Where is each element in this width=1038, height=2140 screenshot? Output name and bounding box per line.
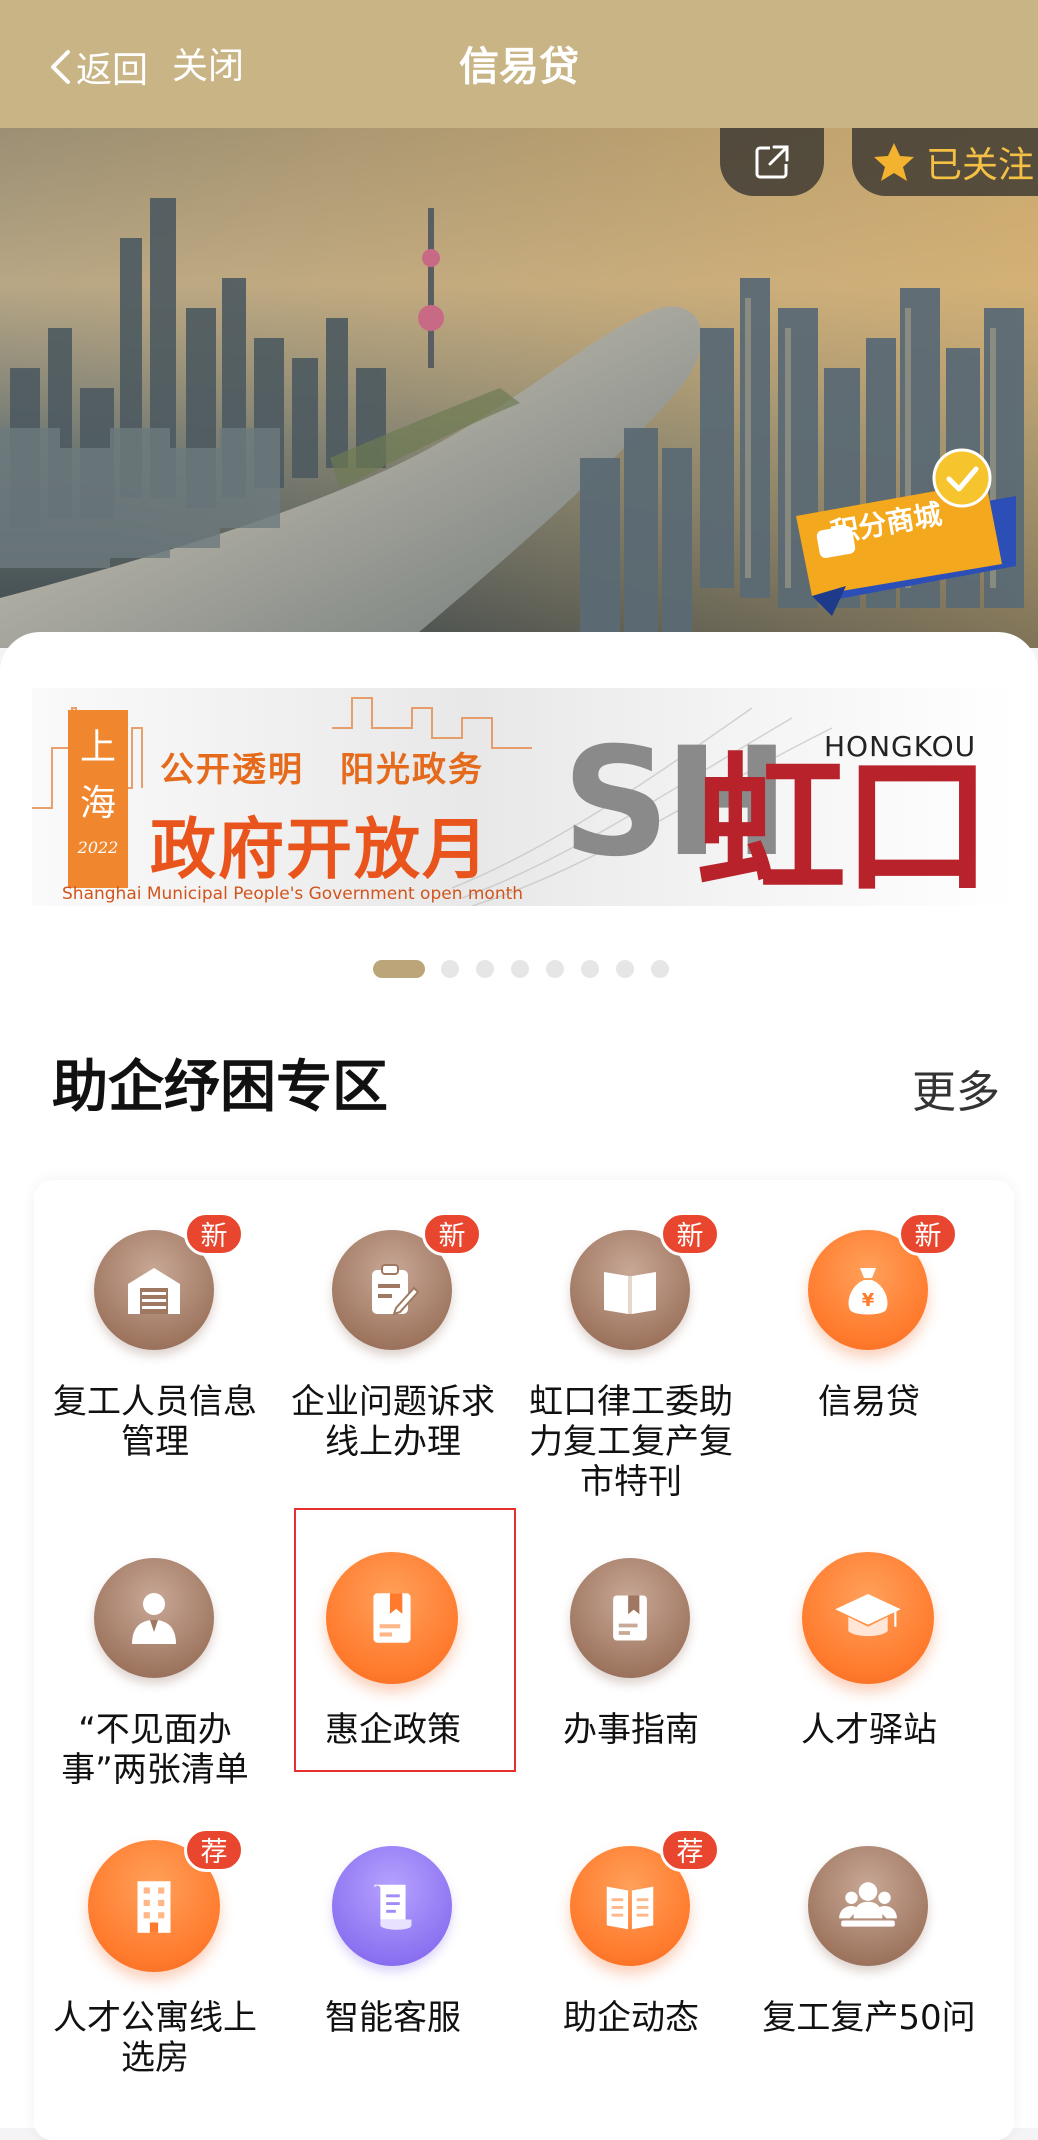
carousel-dot[interactable]: [441, 960, 459, 978]
banner-year: 2022: [77, 838, 119, 857]
carousel-dot[interactable]: [511, 960, 529, 978]
carousel-indicator: [0, 960, 1038, 978]
person-suit-icon: [94, 1558, 214, 1678]
carousel-dot[interactable]: [616, 960, 634, 978]
svg-text:¥: ¥: [862, 1290, 875, 1311]
service-grid: 新 复工人员信息管理 新 企业问题诉求线上办理 新 虹口律工委助力复工复产复市特…: [34, 1180, 1014, 2140]
banner-district-english: HONGKOU: [824, 730, 977, 763]
service-item-label: 助企动态: [563, 1998, 699, 2038]
service-item-label: “不见面办事”两张清单: [61, 1710, 249, 1790]
bookmark-doc-icon: [570, 1558, 690, 1678]
more-link[interactable]: 更多: [912, 1056, 1000, 1120]
nav-bar: 返回 关闭 信易贷: [0, 0, 1038, 128]
share-icon: [755, 145, 789, 179]
new-badge: 新: [898, 1212, 958, 1256]
hero-city-image: 已关注 积分商城: [0, 128, 1038, 648]
page-title: 信易贷: [459, 44, 579, 90]
service-item-label: 信易贷: [818, 1382, 920, 1422]
service-item-label: 企业问题诉求线上办理: [291, 1382, 495, 1462]
follow-label: 已关注: [926, 145, 1035, 186]
new-badge: 新: [422, 1212, 482, 1256]
banner-vertical-tag: 上 海 2022: [68, 710, 128, 888]
section-title: 助企纾困专区: [52, 1055, 388, 1120]
main-content: 上 海 2022 公开透明 阳光政务 政府开放月 Shanghai Munici…: [0, 632, 1038, 2140]
service-item-label: 惠企政策: [325, 1710, 461, 1750]
service-item-label: 人才驿站: [801, 1710, 937, 1750]
service-item-label: 人才公寓线上选房: [53, 1998, 257, 2078]
banner-headline: 政府开放月: [150, 810, 490, 888]
carousel-dot-active[interactable]: [373, 960, 425, 978]
share-button[interactable]: [720, 128, 824, 196]
banner-english-subtitle: Shanghai Municipal People's Government o…: [62, 884, 524, 904]
banner-district-name: 虹口: [696, 740, 992, 906]
group-users-icon: [808, 1846, 928, 1966]
recommend-badge: 荐: [660, 1828, 720, 1872]
banner-slogan: 公开透明 阳光政务: [160, 750, 484, 790]
carousel-dot[interactable]: [581, 960, 599, 978]
recommend-badge: 荐: [184, 1828, 244, 1872]
star-icon: [874, 143, 914, 181]
banner-vertical-char-1: 上: [79, 727, 116, 768]
new-badge: 新: [184, 1212, 244, 1256]
banner-vertical-char-2: 海: [79, 783, 116, 824]
service-item-label: 复工人员信息管理: [53, 1382, 257, 1462]
service-item-label: 复工复产50问: [762, 1998, 976, 2038]
follow-button[interactable]: 已关注: [852, 128, 1038, 196]
graduation-cap-icon: [802, 1552, 934, 1684]
carousel-dot[interactable]: [651, 960, 669, 978]
carousel-dot[interactable]: [476, 960, 494, 978]
service-item-label: 智能客服: [325, 1998, 461, 2038]
service-item-label: 虹口律工委助力复工复产复市特刊: [529, 1382, 733, 1502]
points-mall-badge[interactable]: 积分商城: [766, 436, 1022, 626]
bookmark-doc-icon: [326, 1552, 458, 1684]
promo-banner[interactable]: 上 海 2022 公开透明 阳光政务 政府开放月 Shanghai Munici…: [32, 688, 1016, 906]
carousel-dot[interactable]: [546, 960, 564, 978]
service-item-label: 办事指南: [563, 1710, 699, 1750]
new-badge: 新: [660, 1212, 720, 1256]
scroll-icon: [332, 1846, 452, 1966]
